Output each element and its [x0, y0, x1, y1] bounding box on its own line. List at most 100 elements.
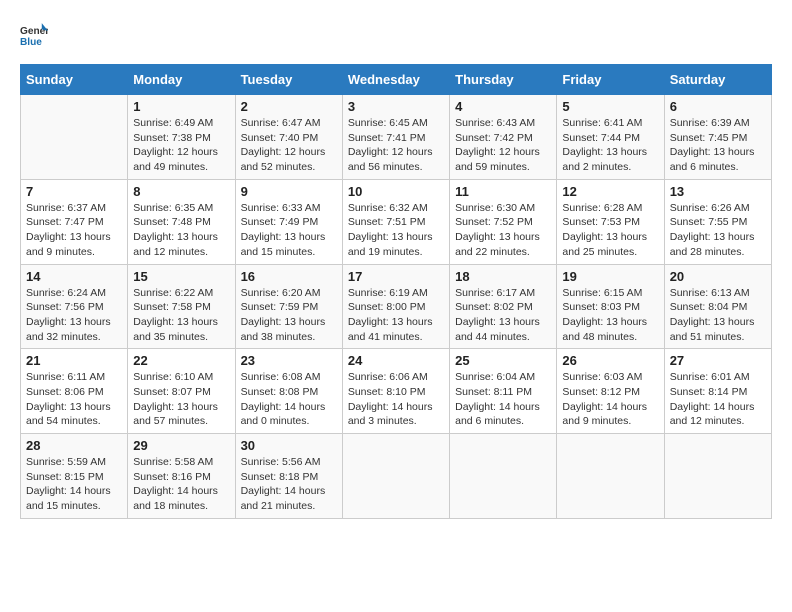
day-number: 9 — [241, 184, 337, 199]
calendar-cell: 20 Sunrise: 6:13 AM Sunset: 8:04 PM Dayli… — [664, 264, 771, 349]
day-number: 21 — [26, 353, 122, 368]
calendar-cell: 10Sunrise: 6:32 AM Sunset: 7:51 PM Dayli… — [342, 179, 449, 264]
day-info: Sunrise: 6:37 AM Sunset: 7:47 PM Dayligh… — [26, 201, 122, 260]
calendar-cell: 9 Sunrise: 6:33 AM Sunset: 7:49 PM Daylig… — [235, 179, 342, 264]
day-info: Sunrise: 5:58 AM Sunset: 8:16 PM Dayligh… — [133, 455, 229, 514]
day-number: 28 — [26, 438, 122, 453]
calendar-cell: 23 Sunrise: 6:08 AM Sunset: 8:08 PM Dayli… — [235, 349, 342, 434]
day-number: 25 — [455, 353, 551, 368]
day-info: Sunrise: 6:41 AM Sunset: 7:44 PM Dayligh… — [562, 116, 658, 175]
calendar-cell: 2Sunrise: 6:47 AM Sunset: 7:40 PM Daylig… — [235, 95, 342, 180]
day-number: 27 — [670, 353, 766, 368]
day-number: 30 — [241, 438, 337, 453]
calendar-cell: 13Sunrise: 6:26 AM Sunset: 7:55 PM Dayli… — [664, 179, 771, 264]
day-info: Sunrise: 6:03 AM Sunset: 8:12 PM Dayligh… — [562, 370, 658, 429]
day-number: 8 — [133, 184, 229, 199]
day-info: Sunrise: 6:17 AM Sunset: 8:02 PM Dayligh… — [455, 286, 551, 345]
day-number: 5 — [562, 99, 658, 114]
day-number: 26 — [562, 353, 658, 368]
day-info: Sunrise: 6:11 AM Sunset: 8:06 PM Dayligh… — [26, 370, 122, 429]
logo: General Blue — [20, 20, 52, 48]
day-info: Sunrise: 6:20 AM Sunset: 7:59 PM Dayligh… — [241, 286, 337, 345]
calendar-cell: 16 Sunrise: 6:20 AM Sunset: 7:59 PM Dayli… — [235, 264, 342, 349]
calendar-cell: 7 Sunrise: 6:37 AM Sunset: 7:47 PM Daylig… — [21, 179, 128, 264]
col-header-thursday: Thursday — [450, 65, 557, 95]
col-header-monday: Monday — [128, 65, 235, 95]
calendar-cell: 12 Sunrise: 6:28 AM Sunset: 7:53 PM Dayli… — [557, 179, 664, 264]
calendar-cell: 21 Sunrise: 6:11 AM Sunset: 8:06 PM Dayli… — [21, 349, 128, 434]
calendar-cell — [557, 434, 664, 519]
day-number: 7 — [26, 184, 122, 199]
calendar-cell: 5 Sunrise: 6:41 AM Sunset: 7:44 PM Daylig… — [557, 95, 664, 180]
day-number: 24 — [348, 353, 444, 368]
day-number: 2 — [241, 99, 337, 114]
col-header-tuesday: Tuesday — [235, 65, 342, 95]
day-info: Sunrise: 6:13 AM Sunset: 8:04 PM Dayligh… — [670, 286, 766, 345]
calendar-row: 28Sunrise: 5:59 AM Sunset: 8:15 PM Dayli… — [21, 434, 772, 519]
day-info: Sunrise: 6:10 AM Sunset: 8:07 PM Dayligh… — [133, 370, 229, 429]
day-info: Sunrise: 6:43 AM Sunset: 7:42 PM Dayligh… — [455, 116, 551, 175]
calendar-cell: 4 Sunrise: 6:43 AM Sunset: 7:42 PM Daylig… — [450, 95, 557, 180]
calendar-row: 1 Sunrise: 6:49 AM Sunset: 7:38 PM Daylig… — [21, 95, 772, 180]
calendar-cell: 3 Sunrise: 6:45 AM Sunset: 7:41 PM Daylig… — [342, 95, 449, 180]
col-header-saturday: Saturday — [664, 65, 771, 95]
day-info: Sunrise: 6:28 AM Sunset: 7:53 PM Dayligh… — [562, 201, 658, 260]
calendar-cell — [450, 434, 557, 519]
calendar-cell: 27 Sunrise: 6:01 AM Sunset: 8:14 PM Dayli… — [664, 349, 771, 434]
calendar-cell: 11Sunrise: 6:30 AM Sunset: 7:52 PM Dayli… — [450, 179, 557, 264]
day-info: Sunrise: 6:35 AM Sunset: 7:48 PM Dayligh… — [133, 201, 229, 260]
calendar-cell: 15 Sunrise: 6:22 AM Sunset: 7:58 PM Dayli… — [128, 264, 235, 349]
calendar-cell: 17Sunrise: 6:19 AM Sunset: 8:00 PM Dayli… — [342, 264, 449, 349]
day-info: Sunrise: 6:39 AM Sunset: 7:45 PM Dayligh… — [670, 116, 766, 175]
day-number: 20 — [670, 269, 766, 284]
day-info: Sunrise: 6:33 AM Sunset: 7:49 PM Dayligh… — [241, 201, 337, 260]
day-number: 12 — [562, 184, 658, 199]
calendar-cell — [664, 434, 771, 519]
calendar-cell: 22 Sunrise: 6:10 AM Sunset: 8:07 PM Dayli… — [128, 349, 235, 434]
day-number: 22 — [133, 353, 229, 368]
calendar-cell: 19Sunrise: 6:15 AM Sunset: 8:03 PM Dayli… — [557, 264, 664, 349]
calendar-cell: 18 Sunrise: 6:17 AM Sunset: 8:02 PM Dayli… — [450, 264, 557, 349]
day-number: 23 — [241, 353, 337, 368]
day-info: Sunrise: 6:49 AM Sunset: 7:38 PM Dayligh… — [133, 116, 229, 175]
day-info: Sunrise: 6:24 AM Sunset: 7:56 PM Dayligh… — [26, 286, 122, 345]
col-header-friday: Friday — [557, 65, 664, 95]
col-header-sunday: Sunday — [21, 65, 128, 95]
day-info: Sunrise: 6:15 AM Sunset: 8:03 PM Dayligh… — [562, 286, 658, 345]
calendar-row: 7 Sunrise: 6:37 AM Sunset: 7:47 PM Daylig… — [21, 179, 772, 264]
calendar-cell: 25 Sunrise: 6:04 AM Sunset: 8:11 PM Dayli… — [450, 349, 557, 434]
day-info: Sunrise: 6:08 AM Sunset: 8:08 PM Dayligh… — [241, 370, 337, 429]
logo-icon: General Blue — [20, 20, 48, 48]
day-info: Sunrise: 6:01 AM Sunset: 8:14 PM Dayligh… — [670, 370, 766, 429]
day-number: 18 — [455, 269, 551, 284]
day-info: Sunrise: 6:26 AM Sunset: 7:55 PM Dayligh… — [670, 201, 766, 260]
calendar-row: 21 Sunrise: 6:11 AM Sunset: 8:06 PM Dayli… — [21, 349, 772, 434]
day-number: 6 — [670, 99, 766, 114]
day-number: 1 — [133, 99, 229, 114]
day-number: 10 — [348, 184, 444, 199]
day-number: 16 — [241, 269, 337, 284]
day-number: 15 — [133, 269, 229, 284]
calendar-cell: 24Sunrise: 6:06 AM Sunset: 8:10 PM Dayli… — [342, 349, 449, 434]
calendar-header-row: SundayMondayTuesdayWednesdayThursdayFrid… — [21, 65, 772, 95]
day-info: Sunrise: 6:04 AM Sunset: 8:11 PM Dayligh… — [455, 370, 551, 429]
calendar-cell: 30 Sunrise: 5:56 AM Sunset: 8:18 PM Dayli… — [235, 434, 342, 519]
calendar-row: 14Sunrise: 6:24 AM Sunset: 7:56 PM Dayli… — [21, 264, 772, 349]
calendar-cell: 26 Sunrise: 6:03 AM Sunset: 8:12 PM Dayli… — [557, 349, 664, 434]
day-info: Sunrise: 6:45 AM Sunset: 7:41 PM Dayligh… — [348, 116, 444, 175]
calendar-cell: 28Sunrise: 5:59 AM Sunset: 8:15 PM Dayli… — [21, 434, 128, 519]
col-header-wednesday: Wednesday — [342, 65, 449, 95]
day-info: Sunrise: 6:19 AM Sunset: 8:00 PM Dayligh… — [348, 286, 444, 345]
day-number: 4 — [455, 99, 551, 114]
page-header: General Blue — [20, 20, 772, 48]
calendar-cell: 6 Sunrise: 6:39 AM Sunset: 7:45 PM Daylig… — [664, 95, 771, 180]
day-info: Sunrise: 5:56 AM Sunset: 8:18 PM Dayligh… — [241, 455, 337, 514]
day-number: 11 — [455, 184, 551, 199]
calendar-cell: 29Sunrise: 5:58 AM Sunset: 8:16 PM Dayli… — [128, 434, 235, 519]
calendar-cell: 1 Sunrise: 6:49 AM Sunset: 7:38 PM Daylig… — [128, 95, 235, 180]
day-info: Sunrise: 6:22 AM Sunset: 7:58 PM Dayligh… — [133, 286, 229, 345]
day-number: 3 — [348, 99, 444, 114]
calendar-cell — [342, 434, 449, 519]
calendar-table: SundayMondayTuesdayWednesdayThursdayFrid… — [20, 64, 772, 519]
svg-text:Blue: Blue — [20, 37, 42, 48]
